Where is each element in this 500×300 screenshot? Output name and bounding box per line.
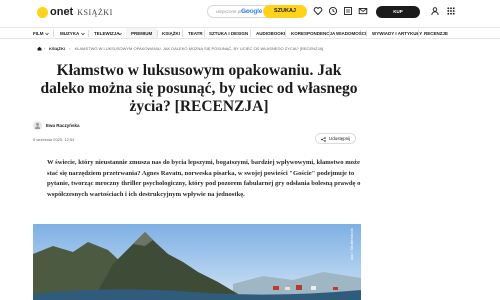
logo-section[interactable]: KSIĄŻKI: [77, 8, 113, 17]
article-photo[interactable]: [33, 224, 361, 300]
nav-divider: [250, 30, 251, 37]
clock-icon[interactable]: [328, 6, 338, 16]
top-header: onet KSIĄŻKI ulepszone przez Google SZUK…: [0, 0, 500, 26]
nav-divider: [204, 30, 205, 37]
nav-divider: [418, 30, 419, 37]
share-label: Udostępnij: [329, 136, 351, 141]
nav-item-telewizja[interactable]: TELEWIZJA: [94, 31, 120, 36]
nav-divider: [88, 30, 89, 37]
breadcrumb-chevron-icon: ›: [44, 46, 46, 51]
avatar-person-icon: [34, 122, 41, 129]
nav-item-muzyka[interactable]: MUZYKA: [60, 31, 79, 36]
share-icon: [321, 137, 326, 142]
news-icon[interactable]: [343, 6, 353, 16]
article-title: Kłamstwo w luksusowym opakowaniu. Jak da…: [40, 62, 358, 115]
avatar[interactable]: [33, 120, 42, 130]
search-button[interactable]: SZUKAJ: [263, 5, 307, 18]
nav-item-film[interactable]: FILM: [33, 31, 44, 36]
share-button[interactable]: Udostępnij: [315, 133, 356, 144]
user-icon[interactable]: [430, 6, 440, 16]
subscribe-button[interactable]: KUP SUBSKRYPCJĘ: [376, 6, 420, 26]
mail-icon[interactable]: [358, 6, 368, 16]
nav-item-premium[interactable]: PREMIUM: [131, 31, 152, 36]
logo-dot-icon: [37, 6, 48, 18]
google-logo: Google: [241, 8, 263, 15]
chevron-down-icon: [81, 32, 85, 36]
section-nav: FILM MUZYKA TELEWIZJA PREMIUM KSIĄŻKI TE…: [0, 27, 500, 39]
home-icon[interactable]: [37, 46, 42, 51]
nav-item-wiadomosci[interactable]: WIADOMOŚCI: [336, 31, 366, 36]
breadcrumb-chevron-icon: ›: [69, 46, 71, 51]
heart-icon[interactable]: [313, 6, 323, 16]
onet-logo[interactable]: onet KSIĄŻKI: [37, 6, 113, 18]
nav-item-teatr[interactable]: TEATR: [188, 31, 203, 36]
author-name[interactable]: Ewa Raczyńska: [46, 123, 80, 128]
nav-item-sztuka[interactable]: SZTUKA I DESIGN: [209, 31, 248, 36]
photo-credit: xxx / Shutterstock: [349, 228, 354, 260]
nav-divider: [329, 30, 330, 37]
publish-date: 6 września 2025, 12:54: [33, 137, 75, 142]
chevron-down-icon: [118, 32, 122, 36]
breadcrumb-current: KŁAMSTWO W LUKSUSOWYM OPAKOWANIU. JAK DA…: [74, 46, 324, 51]
chevron-down-icon: [45, 32, 49, 36]
nav-item-audiobooki[interactable]: AUDIOBOOKI: [256, 31, 285, 36]
nav-item-ksiazki[interactable]: KSIĄŻKI: [162, 31, 180, 36]
breadcrumb-section[interactable]: KSIĄŻKI: [49, 46, 65, 51]
nav-item-wywiady[interactable]: WYWIADY I ARTYKUŁY: [372, 31, 422, 36]
apps-grid-icon[interactable]: [446, 6, 456, 16]
nav-divider: [182, 30, 183, 37]
nav-divider: [157, 30, 158, 37]
author-row: Ewa Raczyńska: [33, 120, 80, 130]
nav-divider: [285, 30, 286, 37]
right-sidebar: [372, 42, 500, 300]
nav-divider: [366, 30, 367, 37]
breadcrumb: › KSIĄŻKI › KŁAMSTWO W LUKSUSOWYM OPAKOW…: [37, 46, 324, 51]
landscape-image: [33, 224, 361, 300]
article-lead: W świecie, który nieustannie zmusza nas …: [47, 159, 361, 198]
logo-text: onet: [50, 6, 74, 18]
nav-divider: [53, 30, 54, 37]
nav-item-recenzje[interactable]: RECENZJE: [424, 31, 448, 36]
